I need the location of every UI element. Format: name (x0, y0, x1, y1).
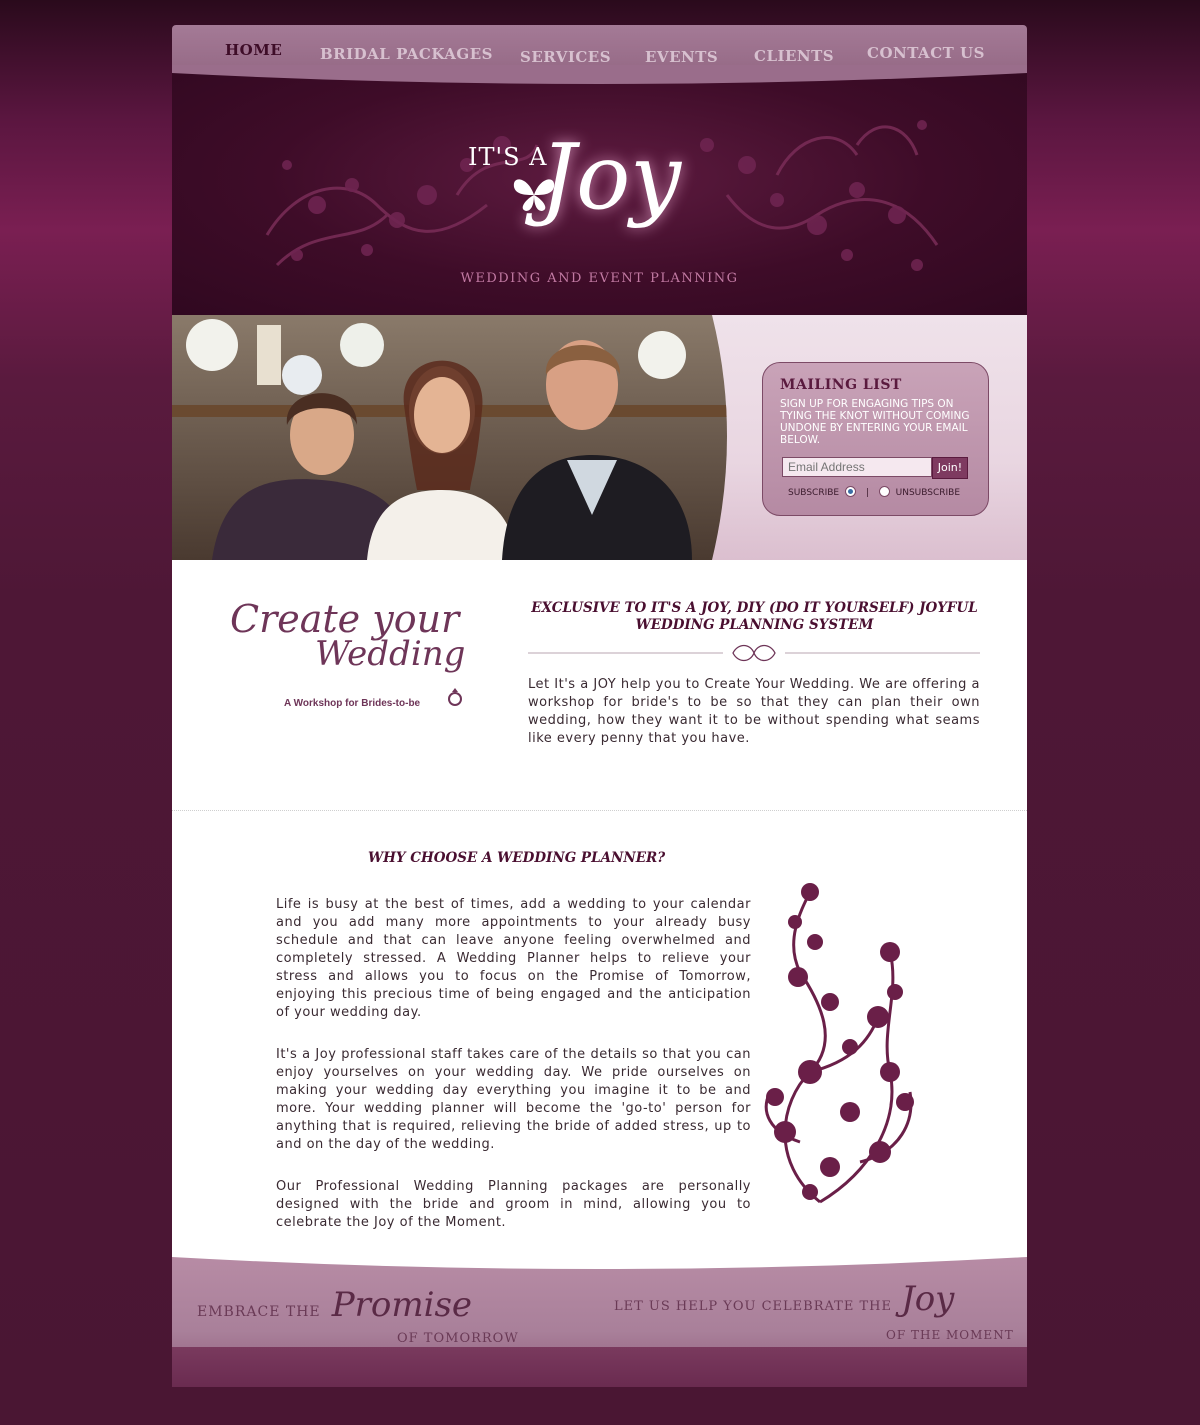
couple-photo (172, 315, 727, 560)
mailing-list-box: MAILING LIST SIGN UP FOR ENGAGING TIPS O… (762, 362, 989, 516)
unsubscribe-radio[interactable] (878, 486, 890, 497)
footer-top-curve (172, 1247, 1027, 1269)
exclusive-title: EXCLUSIVE TO IT'S A JOY, DIY (DO IT YOUR… (531, 600, 978, 633)
footer-right-tail: OF THE MOMENT (886, 1328, 1014, 1342)
footer-right-tagline: LET US HELP YOU CELEBRATE THE Joy (614, 1279, 954, 1319)
ring-icon (448, 688, 462, 706)
nav-events[interactable]: EVENTS (645, 48, 718, 66)
mailing-list-description: SIGN UP FOR ENGAGING TIPS ON TYING THE K… (780, 398, 970, 446)
exclusive-text: Let It's a JOY help you to Create Your W… (528, 677, 980, 746)
nav-home[interactable]: HOME (225, 41, 282, 59)
footer-right-small: LET US HELP YOU CELEBRATE THE (614, 1299, 892, 1314)
hero-section: MAILING LIST SIGN UP FOR ENGAGING TIPS O… (172, 315, 1027, 560)
subscribe-label: SUBSCRIBE (788, 488, 840, 498)
nav-clients[interactable]: CLIENTS (754, 47, 834, 65)
tagline: WEDDING AND EVENT PLANNING (460, 271, 739, 286)
footer-left-tagline: EMBRACE THE Promise (197, 1285, 472, 1325)
logo-prefix: IT'S A (468, 143, 548, 171)
mailing-list-title: MAILING LIST (780, 377, 902, 393)
nav-bridal-packages[interactable]: BRIDAL PACKAGES (320, 45, 493, 63)
workshop-logo[interactable]: Create your Wedding A Workshop for Bride… (230, 600, 470, 730)
header-top-curve (172, 65, 1027, 84)
footer-left-tail: OF TOMORROW (397, 1331, 519, 1346)
footer-right-script: Joy (901, 1279, 955, 1319)
workshop-script-line1: Create your (230, 597, 460, 641)
join-button[interactable]: Join! (932, 457, 968, 479)
why-paragraph: Our Professional Wedding Planning packag… (276, 1179, 751, 1230)
email-field[interactable] (782, 457, 932, 477)
separator: | (865, 488, 869, 498)
floral-vine-decoration (764, 883, 914, 1204)
unsubscribe-label: UNSUBSCRIBE (895, 488, 961, 498)
main-content: Create your Wedding A Workshop for Bride… (172, 560, 1027, 1260)
logo-script: Joy (540, 125, 682, 230)
nav-services[interactable]: SERVICES (520, 48, 611, 66)
section-divider (172, 810, 1027, 811)
subscribe-options: SUBSCRIBE | UNSUBSCRIBE (788, 486, 960, 498)
why-paragraph: Life is busy at the best of times, add a… (276, 897, 751, 1020)
why-paragraph: It's a Joy professional staff takes care… (276, 1047, 751, 1152)
page-container: HOME BRIDAL PACKAGES SERVICES EVENTS CLI… (172, 25, 1027, 1387)
ornament-divider (528, 644, 980, 662)
butterfly-icon (513, 179, 555, 211)
footer-band (172, 1347, 1027, 1387)
footer-left-small: EMBRACE THE (197, 1304, 321, 1320)
why-title: WHY CHOOSE A WEDDING PLANNER? (368, 850, 666, 866)
subscribe-radio[interactable] (844, 486, 856, 497)
workshop-script-line2: Wedding (315, 634, 466, 674)
workshop-subtitle: A Workshop for Brides-to-be (284, 698, 421, 709)
nav-contact-us[interactable]: CONTACT US (867, 44, 985, 62)
footer-left-script: Promise (331, 1285, 473, 1325)
